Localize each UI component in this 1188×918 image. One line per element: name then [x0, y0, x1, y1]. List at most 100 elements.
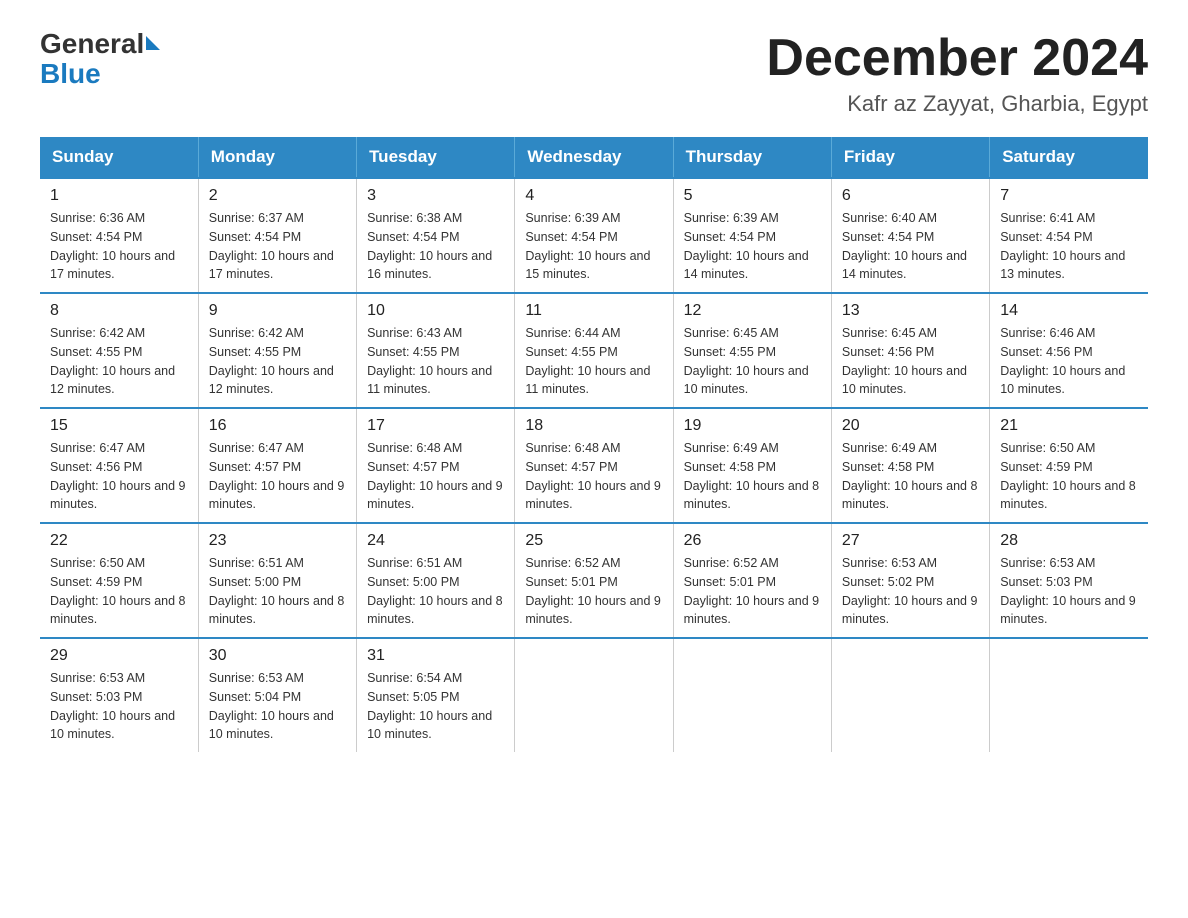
- day-number: 23: [209, 532, 346, 550]
- calendar-cell: 18 Sunrise: 6:48 AMSunset: 4:57 PMDaylig…: [515, 408, 673, 523]
- day-number: 7: [1000, 187, 1138, 205]
- day-number: 15: [50, 417, 188, 435]
- calendar-cell: 12 Sunrise: 6:45 AMSunset: 4:55 PMDaylig…: [673, 293, 831, 408]
- day-number: 21: [1000, 417, 1138, 435]
- day-number: 28: [1000, 532, 1138, 550]
- column-header-sunday: Sunday: [40, 137, 198, 178]
- day-info: Sunrise: 6:49 AMSunset: 4:58 PMDaylight:…: [842, 439, 979, 514]
- calendar-cell: 5 Sunrise: 6:39 AMSunset: 4:54 PMDayligh…: [673, 178, 831, 293]
- day-number: 9: [209, 302, 346, 320]
- calendar-cell: [673, 638, 831, 752]
- day-info: Sunrise: 6:54 AMSunset: 5:05 PMDaylight:…: [367, 669, 504, 744]
- day-number: 18: [525, 417, 662, 435]
- day-info: Sunrise: 6:42 AMSunset: 4:55 PMDaylight:…: [209, 324, 346, 399]
- day-number: 2: [209, 187, 346, 205]
- logo-text-general: General: [40, 30, 144, 58]
- day-info: Sunrise: 6:40 AMSunset: 4:54 PMDaylight:…: [842, 209, 979, 284]
- calendar-cell: 13 Sunrise: 6:45 AMSunset: 4:56 PMDaylig…: [831, 293, 989, 408]
- calendar-week-row: 22 Sunrise: 6:50 AMSunset: 4:59 PMDaylig…: [40, 523, 1148, 638]
- calendar-cell: 24 Sunrise: 6:51 AMSunset: 5:00 PMDaylig…: [357, 523, 515, 638]
- calendar-cell: [515, 638, 673, 752]
- day-info: Sunrise: 6:50 AMSunset: 4:59 PMDaylight:…: [50, 554, 188, 629]
- calendar-cell: 17 Sunrise: 6:48 AMSunset: 4:57 PMDaylig…: [357, 408, 515, 523]
- day-info: Sunrise: 6:42 AMSunset: 4:55 PMDaylight:…: [50, 324, 188, 399]
- day-number: 25: [525, 532, 662, 550]
- day-number: 19: [684, 417, 821, 435]
- calendar-cell: 7 Sunrise: 6:41 AMSunset: 4:54 PMDayligh…: [990, 178, 1148, 293]
- calendar-cell: [831, 638, 989, 752]
- calendar-cell: 25 Sunrise: 6:52 AMSunset: 5:01 PMDaylig…: [515, 523, 673, 638]
- calendar-cell: 19 Sunrise: 6:49 AMSunset: 4:58 PMDaylig…: [673, 408, 831, 523]
- day-number: 20: [842, 417, 979, 435]
- calendar-week-row: 29 Sunrise: 6:53 AMSunset: 5:03 PMDaylig…: [40, 638, 1148, 752]
- day-info: Sunrise: 6:46 AMSunset: 4:56 PMDaylight:…: [1000, 324, 1138, 399]
- logo: General Blue: [40, 30, 160, 90]
- calendar-table: SundayMondayTuesdayWednesdayThursdayFrid…: [40, 137, 1148, 752]
- day-info: Sunrise: 6:45 AMSunset: 4:56 PMDaylight:…: [842, 324, 979, 399]
- day-number: 24: [367, 532, 504, 550]
- day-number: 11: [525, 302, 662, 320]
- calendar-cell: [990, 638, 1148, 752]
- calendar-cell: 20 Sunrise: 6:49 AMSunset: 4:58 PMDaylig…: [831, 408, 989, 523]
- day-info: Sunrise: 6:47 AMSunset: 4:56 PMDaylight:…: [50, 439, 188, 514]
- calendar-cell: 10 Sunrise: 6:43 AMSunset: 4:55 PMDaylig…: [357, 293, 515, 408]
- day-number: 4: [525, 187, 662, 205]
- day-number: 8: [50, 302, 188, 320]
- column-header-friday: Friday: [831, 137, 989, 178]
- calendar-cell: 31 Sunrise: 6:54 AMSunset: 5:05 PMDaylig…: [357, 638, 515, 752]
- day-number: 17: [367, 417, 504, 435]
- column-header-wednesday: Wednesday: [515, 137, 673, 178]
- day-number: 5: [684, 187, 821, 205]
- day-info: Sunrise: 6:43 AMSunset: 4:55 PMDaylight:…: [367, 324, 504, 399]
- day-number: 26: [684, 532, 821, 550]
- calendar-week-row: 15 Sunrise: 6:47 AMSunset: 4:56 PMDaylig…: [40, 408, 1148, 523]
- day-info: Sunrise: 6:45 AMSunset: 4:55 PMDaylight:…: [684, 324, 821, 399]
- day-number: 31: [367, 647, 504, 665]
- day-number: 10: [367, 302, 504, 320]
- day-number: 22: [50, 532, 188, 550]
- day-info: Sunrise: 6:53 AMSunset: 5:04 PMDaylight:…: [209, 669, 346, 744]
- logo-triangle-icon: [146, 36, 160, 50]
- day-info: Sunrise: 6:49 AMSunset: 4:58 PMDaylight:…: [684, 439, 821, 514]
- column-header-saturday: Saturday: [990, 137, 1148, 178]
- day-info: Sunrise: 6:53 AMSunset: 5:03 PMDaylight:…: [1000, 554, 1138, 629]
- calendar-week-row: 1 Sunrise: 6:36 AMSunset: 4:54 PMDayligh…: [40, 178, 1148, 293]
- day-info: Sunrise: 6:39 AMSunset: 4:54 PMDaylight:…: [525, 209, 662, 284]
- day-number: 27: [842, 532, 979, 550]
- month-title: December 2024: [766, 30, 1148, 87]
- calendar-cell: 4 Sunrise: 6:39 AMSunset: 4:54 PMDayligh…: [515, 178, 673, 293]
- calendar-cell: 26 Sunrise: 6:52 AMSunset: 5:01 PMDaylig…: [673, 523, 831, 638]
- column-header-monday: Monday: [198, 137, 356, 178]
- title-block: December 2024 Kafr az Zayyat, Gharbia, E…: [766, 30, 1148, 117]
- calendar-cell: 14 Sunrise: 6:46 AMSunset: 4:56 PMDaylig…: [990, 293, 1148, 408]
- day-info: Sunrise: 6:52 AMSunset: 5:01 PMDaylight:…: [525, 554, 662, 629]
- day-info: Sunrise: 6:53 AMSunset: 5:03 PMDaylight:…: [50, 669, 188, 744]
- calendar-cell: 3 Sunrise: 6:38 AMSunset: 4:54 PMDayligh…: [357, 178, 515, 293]
- day-number: 14: [1000, 302, 1138, 320]
- calendar-cell: 29 Sunrise: 6:53 AMSunset: 5:03 PMDaylig…: [40, 638, 198, 752]
- day-number: 16: [209, 417, 346, 435]
- calendar-header-row: SundayMondayTuesdayWednesdayThursdayFrid…: [40, 137, 1148, 178]
- day-info: Sunrise: 6:52 AMSunset: 5:01 PMDaylight:…: [684, 554, 821, 629]
- day-number: 29: [50, 647, 188, 665]
- location-title: Kafr az Zayyat, Gharbia, Egypt: [766, 91, 1148, 117]
- day-info: Sunrise: 6:41 AMSunset: 4:54 PMDaylight:…: [1000, 209, 1138, 284]
- calendar-week-row: 8 Sunrise: 6:42 AMSunset: 4:55 PMDayligh…: [40, 293, 1148, 408]
- day-number: 13: [842, 302, 979, 320]
- page-header: General Blue December 2024 Kafr az Zayya…: [40, 30, 1148, 117]
- day-number: 3: [367, 187, 504, 205]
- calendar-cell: 16 Sunrise: 6:47 AMSunset: 4:57 PMDaylig…: [198, 408, 356, 523]
- calendar-cell: 2 Sunrise: 6:37 AMSunset: 4:54 PMDayligh…: [198, 178, 356, 293]
- calendar-cell: 27 Sunrise: 6:53 AMSunset: 5:02 PMDaylig…: [831, 523, 989, 638]
- calendar-cell: 6 Sunrise: 6:40 AMSunset: 4:54 PMDayligh…: [831, 178, 989, 293]
- day-number: 1: [50, 187, 188, 205]
- day-info: Sunrise: 6:47 AMSunset: 4:57 PMDaylight:…: [209, 439, 346, 514]
- calendar-cell: 15 Sunrise: 6:47 AMSunset: 4:56 PMDaylig…: [40, 408, 198, 523]
- calendar-cell: 22 Sunrise: 6:50 AMSunset: 4:59 PMDaylig…: [40, 523, 198, 638]
- calendar-cell: 9 Sunrise: 6:42 AMSunset: 4:55 PMDayligh…: [198, 293, 356, 408]
- day-info: Sunrise: 6:36 AMSunset: 4:54 PMDaylight:…: [50, 209, 188, 284]
- day-number: 12: [684, 302, 821, 320]
- day-info: Sunrise: 6:38 AMSunset: 4:54 PMDaylight:…: [367, 209, 504, 284]
- day-info: Sunrise: 6:48 AMSunset: 4:57 PMDaylight:…: [525, 439, 662, 514]
- column-header-tuesday: Tuesday: [357, 137, 515, 178]
